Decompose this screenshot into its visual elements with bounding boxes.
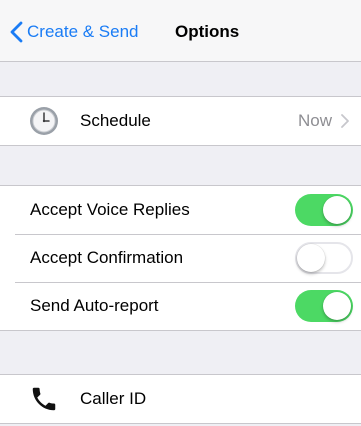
chevron-left-icon (10, 21, 23, 43)
schedule-row[interactable]: Schedule Now (0, 97, 361, 145)
accept-voice-replies-toggle[interactable] (295, 194, 353, 226)
schedule-value: Now (298, 97, 349, 145)
toggle-row-accept-confirmation: Accept Confirmation (0, 234, 361, 282)
page-title: Options (175, 22, 240, 41)
navigation-bar: Create & Send Options (0, 0, 361, 62)
reply-options-section: Accept Voice Replies Accept Confirmation… (0, 185, 361, 331)
schedule-label: Schedule (80, 111, 151, 130)
caller-id-row[interactable]: Caller ID (0, 375, 361, 423)
chevron-right-icon (341, 114, 349, 128)
send-auto-report-toggle[interactable] (295, 290, 353, 322)
toggle-knob (323, 292, 351, 320)
clock-icon (28, 105, 60, 137)
toggle-row-accept-voice-replies: Accept Voice Replies (0, 186, 361, 234)
back-button-label: Create & Send (27, 22, 139, 41)
send-auto-report-label: Send Auto-report (30, 296, 159, 315)
accept-confirmation-toggle[interactable] (295, 242, 353, 274)
toggle-row-send-auto-report: Send Auto-report (0, 282, 361, 330)
toggle-knob (323, 196, 351, 224)
schedule-section: Schedule Now (0, 96, 361, 146)
toggle-knob (297, 244, 325, 272)
accept-confirmation-label: Accept Confirmation (30, 248, 184, 267)
phone-icon (28, 383, 60, 415)
back-button[interactable]: Create & Send (10, 20, 139, 44)
caller-id-label: Caller ID (80, 389, 147, 408)
schedule-value-text: Now (297, 111, 332, 130)
accept-voice-replies-label: Accept Voice Replies (30, 200, 190, 219)
caller-id-section: Caller ID (0, 374, 361, 424)
